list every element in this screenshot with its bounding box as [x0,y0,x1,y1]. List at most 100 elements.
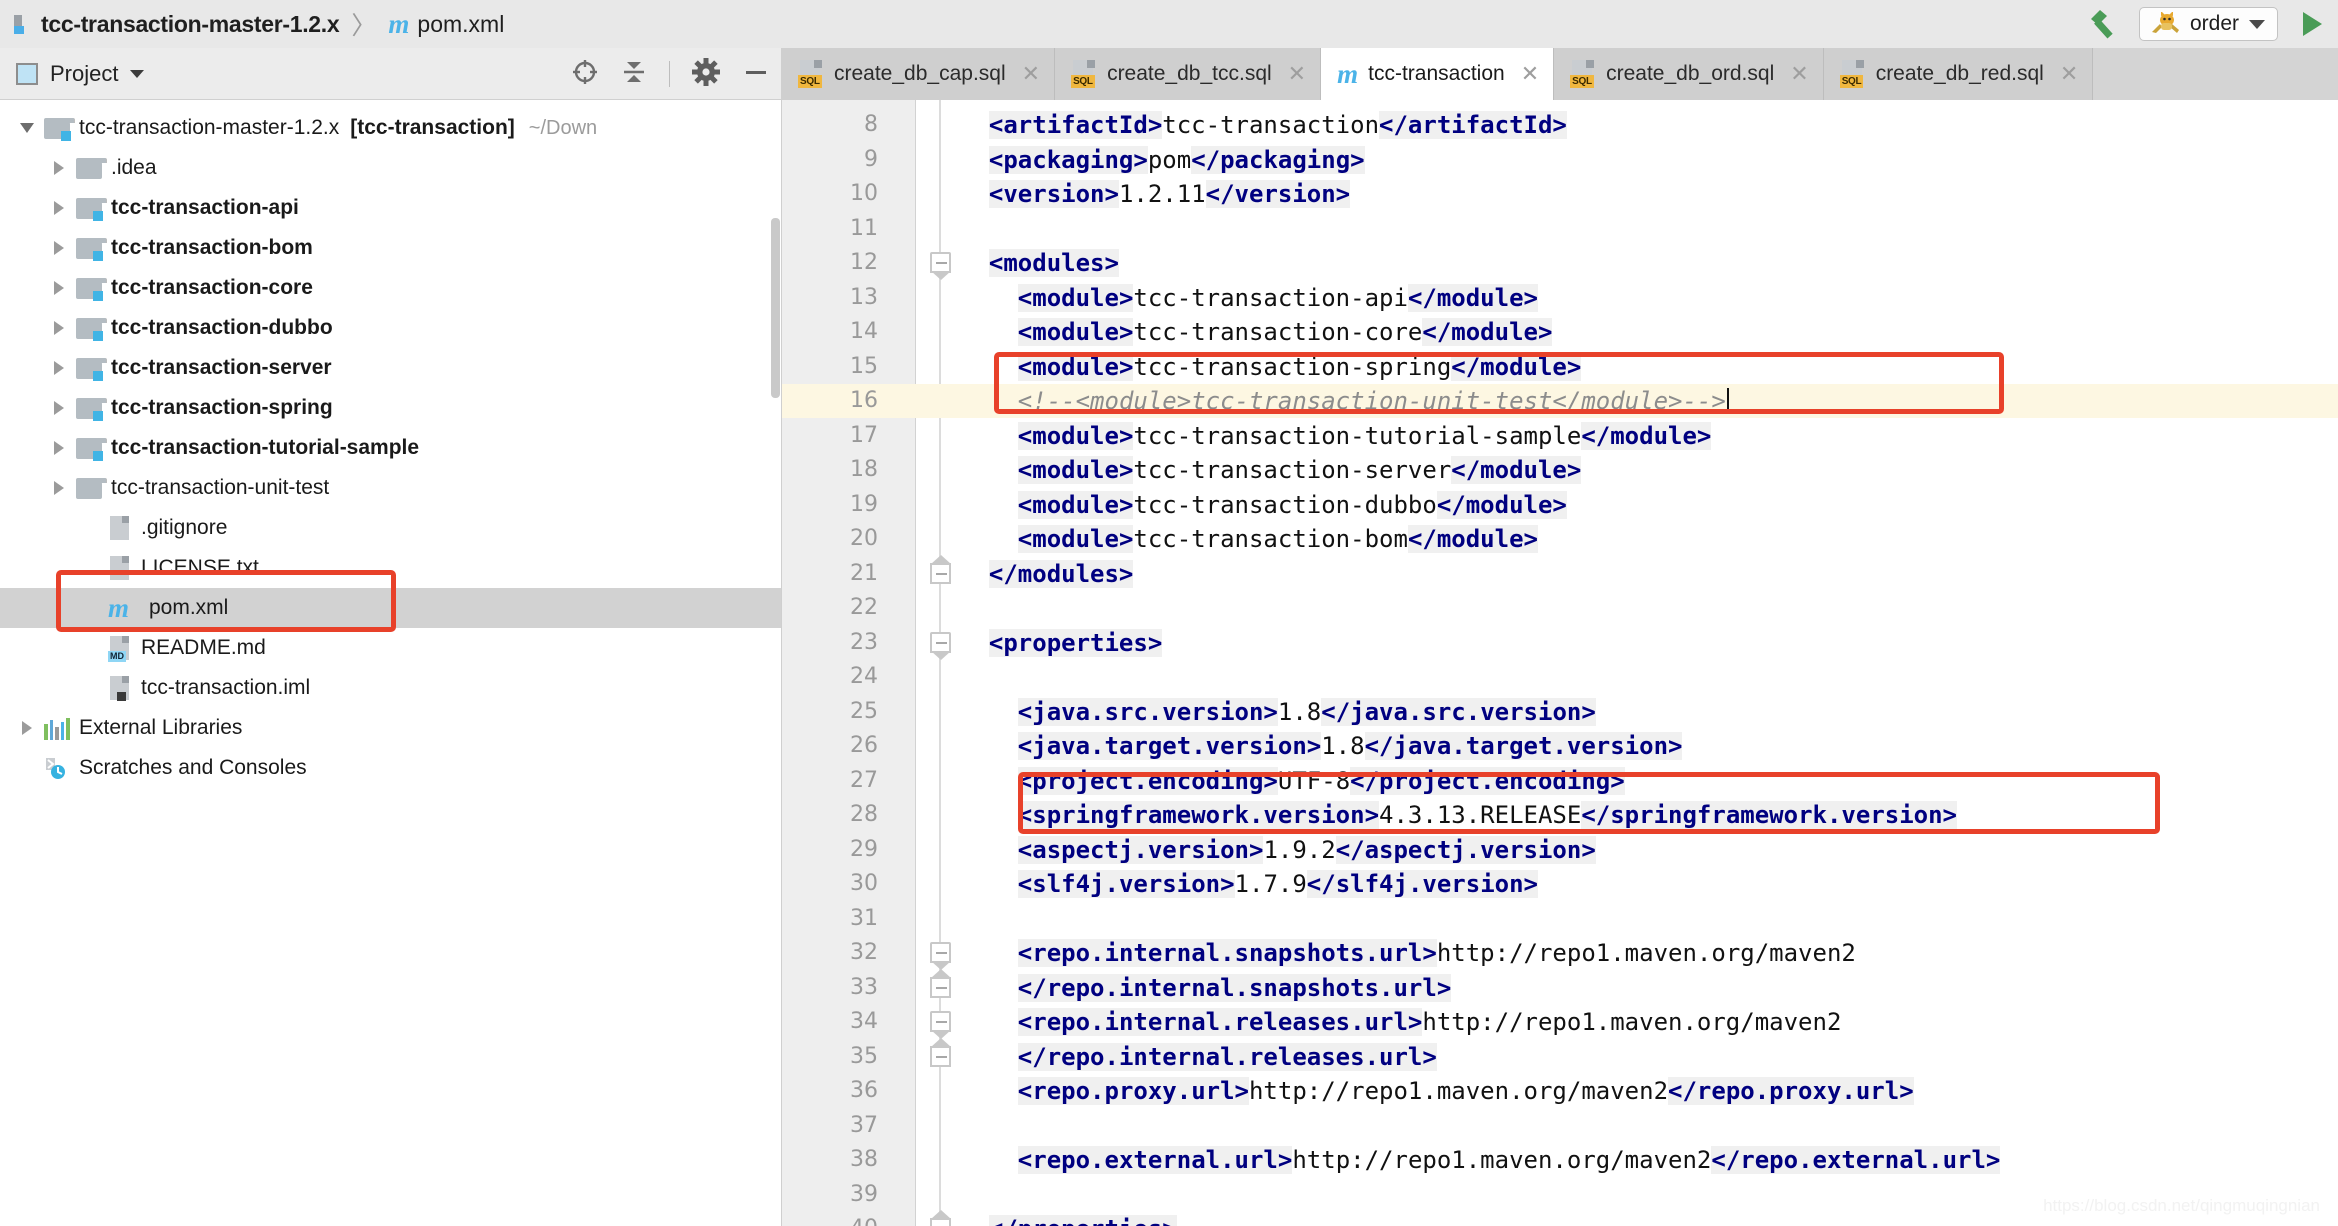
line-number: 40 [782,1216,878,1226]
code-tag: <module> [1017,490,1134,519]
project-panel-header: Project [0,48,782,100]
code-txt: tcc-transaction-tutorial-sample [1133,421,1582,450]
run-configuration-selector[interactable]: order [2138,7,2278,41]
tree-row[interactable]: m pom.xml [0,588,782,628]
fold-marker-up[interactable] [930,968,952,999]
module-folder-icon [76,197,107,221]
editor-tab[interactable]: m tcc-transaction ✕ [1321,48,1555,100]
editor-tab[interactable]: SQL create_db_tcc.sql ✕ [1055,48,1322,100]
tree-row[interactable]: tcc-transaction-api [0,188,782,228]
line-number: 38 [850,1147,878,1172]
breadcrumb-separator-icon: 〉 [351,12,377,40]
project-view-chevron-down-icon[interactable] [130,69,145,78]
tree-row[interactable]: tcc-transaction-server [0,348,782,388]
tree-expander[interactable] [42,481,76,495]
code-line: </repo.internal.snapshots.url> [1017,971,1452,1005]
tree-expander[interactable] [42,241,76,255]
editor-tab[interactable]: SQL create_db_ord.sql ✕ [1554,48,1824,100]
tree-item-label: .gitignore [141,516,228,539]
code-tag: <artifactId> [988,111,1163,139]
tree-row[interactable]: tcc-transaction-core [0,268,782,308]
tree-row[interactable]: tcc-transaction.iml [0,668,782,708]
markdown-file-icon: MD [108,635,132,662]
code-tag: </java.target.version> [1364,732,1683,760]
fold-marker-up[interactable] [930,1037,952,1068]
tree-row[interactable]: LICENSE.txt [0,548,782,588]
code-tag: </repo.proxy.url> [1668,1077,1914,1105]
editor-tab[interactable]: SQL create_db_cap.sql ✕ [782,48,1056,100]
line-number: 19 [850,491,878,517]
tree-row[interactable]: .gitignore [0,508,782,548]
tree-row[interactable]: tcc-transaction-dubbo [0,308,782,348]
fold-marker-down[interactable] [930,1011,952,1039]
chevron-down-icon[interactable] [2249,19,2265,29]
tree-row[interactable]: .idea [0,148,782,188]
tree-row[interactable]: tcc-transaction-spring [0,388,782,428]
sql-file-icon: SQL [798,60,824,88]
tree-expander[interactable] [42,161,76,175]
tree-row[interactable]: MD README.md [0,628,782,668]
close-icon[interactable]: ✕ [1521,61,1539,87]
code-tag: <module> [1017,421,1134,450]
line-number: 29 [850,836,878,862]
build-hammer-icon[interactable] [2087,7,2123,41]
line-number: 13 [850,284,878,310]
minimize-icon[interactable] [742,58,770,91]
collapse-all-icon[interactable] [621,58,647,91]
breadcrumb-file-name[interactable]: pom.xml [417,11,504,38]
tree-row[interactable]: External Libraries [0,708,782,748]
line-number: 12 [850,250,878,275]
line-number: 22 [850,595,878,620]
code-tag: <module> [1017,456,1134,484]
tree-expander[interactable] [10,123,44,133]
close-icon[interactable]: ✕ [1790,61,1808,87]
run-play-icon[interactable] [2294,7,2328,41]
fold-marker-down[interactable] [930,942,952,970]
tree-item-label: tcc-transaction-bom [111,236,313,259]
code-editor[interactable]: 8 <artifactId>tcc-transaction</artifactId… [782,100,2338,1226]
close-icon[interactable]: ✕ [1288,61,1306,87]
fold-marker-up[interactable] [930,554,952,585]
breadcrumb: tcc-transaction-master-1.2.x 〉 m pom.xml [0,0,504,48]
code-line: <slf4j.version>1.7.9</slf4j.version> [1017,867,1538,901]
tree-item-label: tcc-transaction-master-1.2.x [79,116,340,139]
line-number: 11 [850,215,878,241]
editor-tab[interactable]: SQL create_db_red.sql ✕ [1823,48,2094,100]
tree-expander[interactable] [42,201,76,215]
code-line: <java.target.version>1.8</java.target.ve… [1017,729,1683,763]
tree-row[interactable]: tcc-transaction-unit-test [0,468,782,508]
tree-row[interactable]: Scratches and Consoles [0,748,782,788]
code-line: <module>tcc-transaction-spring</module> [1017,350,1582,384]
top-breadcrumb-bar: tcc-transaction-master-1.2.x 〉 m pom.xml [0,0,2338,48]
tree-expander[interactable] [42,441,76,455]
project-panel-title: Project [50,60,119,86]
tree-row[interactable]: tcc-transaction-bom [0,228,782,268]
code-tag: </module> [1422,318,1553,346]
settings-gear-icon[interactable] [692,57,720,91]
project-folder-icon [14,14,32,34]
fold-marker-down[interactable] [930,631,952,660]
code-tag: </packaging> [1191,145,1365,174]
code-line: <module>tcc-transaction-dubbo</module> [1017,488,1567,522]
tree-expander[interactable] [42,361,76,375]
locate-icon[interactable] [571,58,599,91]
code-tag: <repo.internal.releases.url> [1017,1008,1423,1036]
tree-expander[interactable] [42,321,76,335]
code-tag: </repo.external.url> [1711,1146,2001,1174]
close-icon[interactable]: ✕ [1022,61,1040,87]
code-tag: </module> [1451,456,1582,484]
tree-expander[interactable] [42,281,76,295]
project-tree-scrollbar[interactable] [771,218,780,398]
fold-marker-up[interactable] [930,1210,952,1226]
fold-marker-down[interactable] [930,252,952,280]
close-icon[interactable]: ✕ [2060,61,2078,87]
tree-expander[interactable] [10,721,44,735]
code-tag: <modules> [988,249,1119,277]
tree-row[interactable]: tcc-transaction-master-1.2.x [tcc-transac… [0,108,782,148]
code-tag: </aspectj.version> [1335,835,1596,864]
code-txt: 1.8 [1277,697,1322,726]
tree-row[interactable]: tcc-transaction-tutorial-sample [0,428,782,468]
tree-item-label: tcc-transaction.iml [141,676,311,699]
breadcrumb-project-name[interactable]: tcc-transaction-master-1.2.x [41,11,340,38]
tree-expander[interactable] [42,401,76,415]
